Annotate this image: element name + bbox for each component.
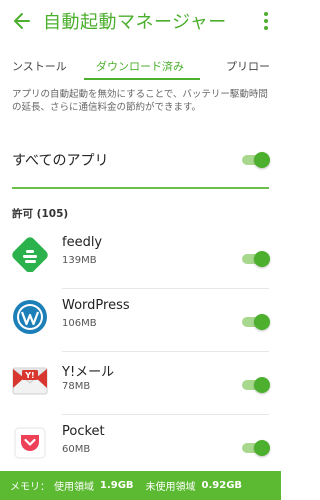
all-apps-row: すべてのアプリ [12,146,270,176]
memory-label: メモリ： [10,482,50,493]
app-size: 139MB [62,255,97,266]
app-autostart-toggle[interactable] [242,377,270,393]
free-value: 0.92GB [201,480,243,491]
feedly-icon [12,236,48,273]
list-item[interactable]: Y! Y!メール 78MB [0,354,281,416]
tab-bar: ンストール ダウンロード済み プリロー [0,52,281,82]
tab-preloaded[interactable]: プリロー [226,58,270,74]
allowed-section-header: 許可 (105) [12,208,69,220]
list-item[interactable]: Pocket 60MB [0,417,281,479]
all-apps-label: すべてのアプリ [12,153,109,169]
list-item[interactable]: feedly 139MB [0,228,281,290]
app-size: 106MB [62,318,97,329]
wordpress-icon [12,299,48,335]
divider [62,414,269,415]
app-autostart-toggle[interactable] [242,251,270,267]
memory-status-bar: メモリ： 使用領域 1.9GB 未使用領域 0.92GB [0,471,281,500]
app-size: 78MB [62,381,91,392]
tab-installed[interactable]: ンストール [12,58,67,74]
section-divider [12,187,269,189]
app-autostart-toggle[interactable] [242,314,270,330]
list-item[interactable]: WordPress 106MB [0,291,281,353]
active-tab-indicator [84,78,200,80]
app-autostart-toggle[interactable] [242,440,270,456]
all-apps-toggle[interactable] [242,152,270,168]
description-text: アプリの自動起動を無効にすることで、バッテリー駆動時間の延長、さらに通信料金の節… [12,89,268,113]
divider [62,351,269,352]
used-label: 使用領域 [54,482,94,493]
yahoo-mail-icon: Y! [12,362,48,398]
free-label: 未使用領域 [145,482,196,493]
app-name: Y!メール [62,365,115,380]
app-size: 60MB [62,444,91,455]
used-value: 1.9GB [100,480,134,491]
overflow-menu-icon[interactable] [261,12,271,30]
pocket-icon [12,425,48,461]
app-name: feedly [62,235,103,250]
page-title: 自動起動マネージャー [43,12,227,33]
tab-downloaded[interactable]: ダウンロード済み [96,58,184,74]
app-name: Pocket [62,424,105,439]
app-bar: 自動起動マネージャー [0,0,281,42]
divider [62,288,269,289]
svg-text:Y!: Y! [24,371,34,380]
app-name: WordPress [62,298,130,313]
back-arrow-icon[interactable] [9,8,35,34]
